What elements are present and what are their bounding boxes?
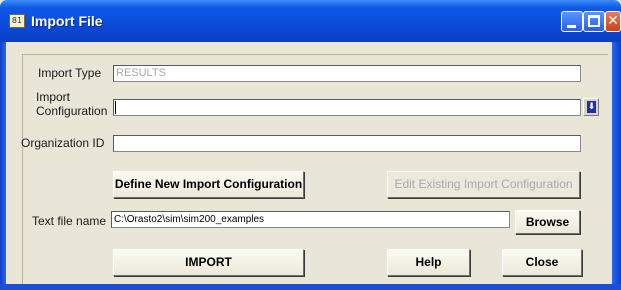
browse-button[interactable]: Browse bbox=[515, 210, 580, 234]
text-file-name-field[interactable]: C:\Orasto2\sim\sim200_examples bbox=[111, 211, 510, 228]
close-window-button[interactable]: ✕ bbox=[605, 11, 621, 32]
title-bar[interactable]: 81 Import File ✕ bbox=[0, 0, 621, 42]
text-file-name-label: Text file name bbox=[32, 214, 107, 228]
import-configuration-field[interactable] bbox=[113, 99, 581, 116]
window-frame-bottom bbox=[0, 284, 621, 290]
arrow-down-icon: ⬇ bbox=[587, 101, 596, 113]
app-icon: 81 bbox=[9, 14, 25, 28]
import-file-window: 81 Import File ✕ Import Type RESULTS Imp… bbox=[0, 0, 621, 290]
edit-existing-import-configuration-button[interactable]: Edit Existing Import Configuration bbox=[387, 171, 580, 198]
maximize-button[interactable] bbox=[583, 11, 605, 32]
window-frame-right bbox=[612, 42, 621, 290]
minimize-icon bbox=[567, 25, 576, 28]
import-type-field: RESULTS bbox=[113, 65, 581, 82]
close-icon: ✕ bbox=[607, 13, 619, 29]
import-configuration-dropdown-button[interactable]: ⬇ bbox=[583, 98, 599, 116]
import-configuration-label-line1: Import bbox=[36, 90, 71, 104]
import-type-label: Import Type bbox=[38, 66, 102, 80]
maximize-icon bbox=[588, 15, 600, 27]
import-configuration-label-line2: Configuration bbox=[36, 104, 108, 118]
organization-id-label: Organization ID bbox=[21, 136, 105, 150]
close-button[interactable]: Close bbox=[502, 249, 582, 276]
import-button[interactable]: IMPORT bbox=[113, 249, 304, 276]
window-title: Import File bbox=[31, 13, 103, 29]
help-button[interactable]: Help bbox=[387, 249, 470, 276]
minimize-button[interactable] bbox=[561, 11, 583, 32]
organization-id-field[interactable] bbox=[113, 135, 581, 152]
window-frame-left bbox=[0, 42, 6, 290]
define-new-import-configuration-button[interactable]: Define New Import Configuration bbox=[113, 171, 304, 198]
